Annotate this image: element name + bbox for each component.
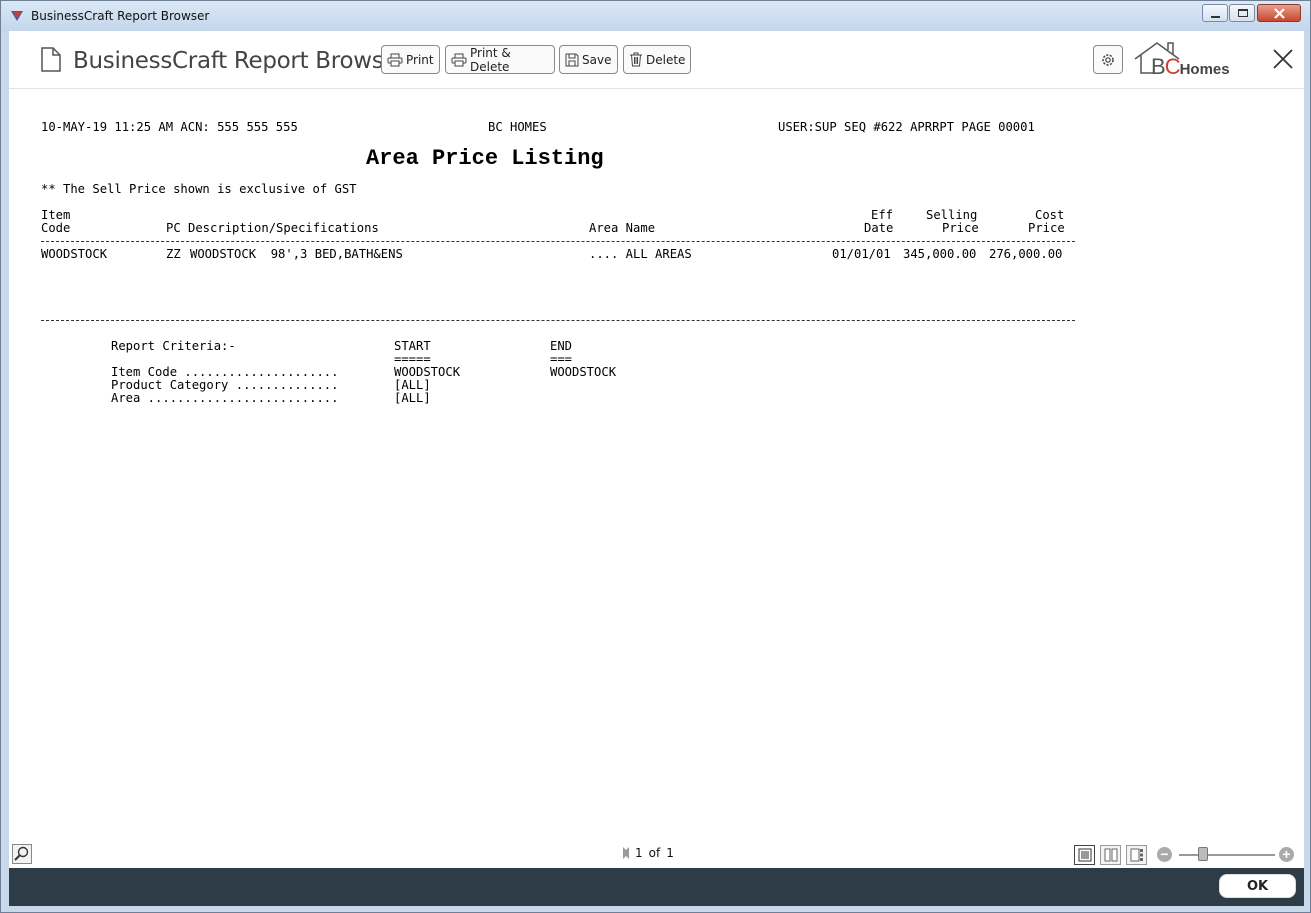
single-page-icon [1078, 848, 1091, 862]
report-title: Area Price Listing [366, 146, 604, 171]
col-area-name: Area Name [589, 221, 656, 235]
logo-homes: Homes [1179, 61, 1230, 78]
two-page-view-button[interactable] [1100, 845, 1121, 865]
save-label: Save [582, 52, 612, 67]
row-eff-date: 01/01/01 [832, 247, 891, 261]
page-total: 1 [666, 846, 674, 860]
report-content: 10-MAY-19 11:25 AM ACN: 555 555 555 BC H… [9, 89, 1304, 844]
thumbnail-icon [1130, 848, 1143, 862]
floppy-disk-icon [565, 53, 579, 66]
minimize-icon [1211, 16, 1220, 18]
gear-icon [1102, 53, 1114, 66]
row-selling-price: 345,000.00 [903, 247, 977, 261]
header-divider [41, 241, 1075, 242]
printer-icon [387, 53, 403, 66]
title-bar: BusinessCraft Report Browser [1, 1, 1310, 31]
printer-icon [451, 53, 467, 66]
trash-icon [630, 52, 642, 67]
criteria-area-name: Area .......................... [111, 391, 339, 405]
row-description: WOODSTOCK 98',3 BED,BATH&ENS [190, 247, 403, 261]
gst-note: ** The Sell Price shown is exclusive of … [41, 182, 357, 196]
find-button[interactable] [12, 844, 32, 864]
zoom-in-icon[interactable]: + [1279, 847, 1294, 862]
criteria-area-start: [ALL] [394, 391, 431, 405]
ok-button[interactable]: OK [1219, 874, 1296, 898]
search-icon [14, 846, 29, 861]
window-close-button[interactable] [1257, 4, 1301, 22]
criteria-label: Report Criteria:- [111, 339, 236, 353]
row-pc: ZZ [166, 247, 181, 261]
report-header-left: 10-MAY-19 11:25 AM ACN: 555 555 555 [41, 120, 298, 134]
application-window: BusinessCraft Report Browser BusinessCra… [0, 0, 1311, 913]
page-navigator: 1 of 1 [623, 846, 674, 860]
settings-button[interactable] [1093, 45, 1123, 74]
page-title: BusinessCraft Report Browser [73, 48, 407, 74]
report-browser-header: BusinessCraft Report Browser Print Print… [9, 31, 1304, 89]
row-cost-price: 276,000.00 [989, 247, 1063, 261]
save-button[interactable]: Save [559, 45, 618, 74]
delete-label: Delete [646, 52, 686, 67]
maximize-icon [1238, 9, 1248, 17]
criteria-item-code-end: WOODSTOCK [550, 365, 617, 379]
report-header-center: BC HOMES [488, 120, 547, 134]
single-page-view-button[interactable] [1074, 845, 1095, 865]
col-pc-description: PC Description/Specifications [166, 221, 379, 235]
logo-b: B [1151, 54, 1166, 79]
zoom-slider-thumb[interactable] [1198, 847, 1208, 861]
close-icon [1274, 8, 1285, 19]
footer-divider [41, 320, 1075, 321]
print-delete-button[interactable]: Print & Delete [445, 45, 555, 74]
print-delete-label: Print & Delete [470, 45, 511, 74]
row-item-code: WOODSTOCK [41, 247, 108, 261]
two-page-icon [1104, 848, 1117, 862]
maximize-button[interactable] [1229, 4, 1255, 22]
logo-c: C [1164, 54, 1181, 79]
zoom-slider-track[interactable] [1179, 854, 1275, 856]
bc-homes-logo: BCHomes [1133, 39, 1251, 81]
next-page-icon[interactable] [623, 847, 629, 859]
print-button[interactable]: Print [381, 45, 440, 74]
logo-text: BCHomes [1151, 54, 1230, 80]
col-selling-line2: Price [942, 221, 979, 235]
page-current: 1 [635, 846, 643, 860]
row-area: .... ALL AREAS [589, 247, 692, 261]
zoom-out-icon[interactable]: − [1157, 847, 1172, 862]
report-header-right: USER:SUP SEQ #622 APRRPT PAGE 00001 [778, 120, 1035, 134]
minimize-button[interactable] [1202, 4, 1228, 22]
app-logo-icon [11, 11, 23, 21]
col-cost-line2: Price [1028, 221, 1065, 235]
viewer-footer: 1 of 1 − + [9, 842, 1304, 868]
col-eff-line2: Date [864, 221, 894, 235]
col-item-line2: Code [41, 221, 71, 235]
thumbnail-view-button[interactable] [1126, 845, 1147, 865]
delete-button[interactable]: Delete [623, 45, 691, 74]
print-label: Print [406, 52, 434, 67]
document-icon [41, 47, 61, 72]
client-area: BusinessCraft Report Browser Print Print… [9, 31, 1304, 906]
window-title: BusinessCraft Report Browser [31, 9, 210, 23]
bottom-action-bar: OK [9, 868, 1304, 906]
page-of: of [648, 846, 661, 860]
close-report-icon[interactable] [1271, 47, 1295, 71]
